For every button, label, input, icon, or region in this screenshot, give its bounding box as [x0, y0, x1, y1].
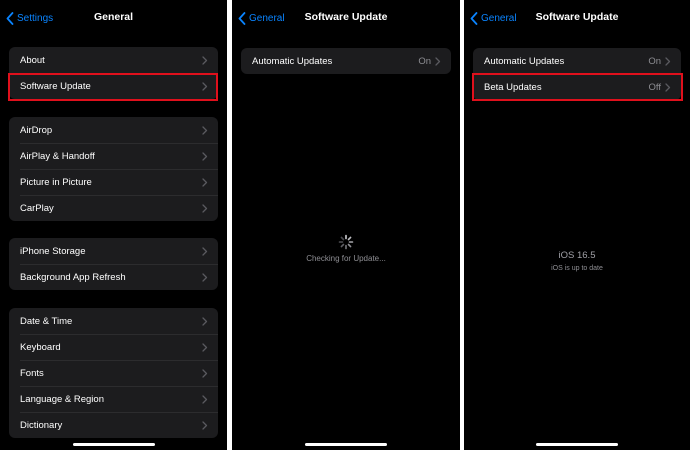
settings-item-label: About — [20, 54, 45, 66]
general-screen: Settings General About Software Update A… — [0, 0, 227, 450]
chevron-right-icon — [202, 394, 208, 404]
chevron-right-icon — [202, 246, 208, 256]
settings-item-label: Background App Refresh — [20, 271, 126, 283]
settings-item-dictionary[interactable]: Dictionary — [9, 412, 218, 438]
settings-item-carplay[interactable]: CarPlay — [9, 195, 218, 221]
settings-item-label: iPhone Storage — [20, 245, 86, 257]
chevron-right-icon — [202, 125, 208, 135]
settings-item-label: Picture in Picture — [20, 176, 92, 188]
settings-item-label: Keyboard — [20, 341, 61, 353]
ios-version-text: iOS 16.5 — [558, 250, 596, 261]
software-update-checking-screen: General Software Update Automatic Update… — [232, 0, 460, 450]
settings-item-label: Language & Region — [20, 393, 104, 405]
settings-item-label: Date & Time — [20, 315, 73, 327]
settings-group-2: AirDrop AirPlay & Handoff Picture in Pic… — [9, 117, 218, 221]
settings-group-1: About Software Update — [9, 47, 218, 99]
beta-updates-label: Beta Updates — [484, 81, 542, 93]
home-indicator — [305, 443, 387, 446]
automatic-updates-value: On — [648, 55, 661, 67]
home-indicator — [72, 443, 155, 446]
back-button[interactable]: General — [470, 11, 517, 25]
chevron-right-icon — [202, 316, 208, 326]
settings-item-about[interactable]: About — [9, 47, 218, 73]
settings-group-updates: Automatic Updates On Beta Updates Off — [473, 48, 681, 100]
chevron-left-icon — [238, 11, 246, 25]
automatic-updates-label: Automatic Updates — [252, 55, 333, 67]
back-button-label: Settings — [17, 12, 54, 24]
chevron-right-icon — [202, 420, 208, 430]
chevron-right-icon — [202, 342, 208, 352]
automatic-updates-value: On — [418, 55, 431, 67]
chevron-right-icon — [202, 55, 208, 65]
chevron-right-icon — [665, 82, 671, 92]
automatic-updates-row[interactable]: Automatic Updates On — [241, 48, 451, 74]
back-button[interactable]: Settings — [6, 11, 53, 25]
navigation-bar: General Software Update — [464, 0, 690, 36]
beta-updates-value: Off — [648, 81, 662, 93]
settings-item-airdrop[interactable]: AirDrop — [9, 117, 218, 143]
settings-group-3: iPhone Storage Background App Refresh — [9, 238, 218, 290]
settings-item-label: CarPlay — [20, 202, 54, 214]
settings-item-label: Software Update — [20, 80, 91, 92]
back-button[interactable]: General — [238, 11, 285, 25]
settings-item-label: AirPlay & Handoff — [20, 150, 95, 162]
automatic-updates-row[interactable]: Automatic Updates On — [473, 48, 681, 74]
chevron-right-icon — [202, 368, 208, 378]
back-button-label: General — [481, 12, 517, 24]
chevron-left-icon — [470, 11, 478, 25]
settings-group-4: Date & Time Keyboard Fonts Language & Re… — [9, 308, 218, 438]
chevron-right-icon — [202, 151, 208, 161]
settings-item-picture-in-picture[interactable]: Picture in Picture — [9, 169, 218, 195]
chevron-right-icon — [202, 203, 208, 213]
settings-item-label: Dictionary — [20, 419, 63, 431]
chevron-right-icon — [202, 177, 208, 187]
chevron-right-icon — [202, 272, 208, 282]
chevron-left-icon — [6, 11, 14, 25]
software-update-result-screen: General Software Update Automatic Update… — [464, 0, 690, 450]
home-indicator — [536, 443, 618, 446]
settings-item-language-region[interactable]: Language & Region — [9, 386, 218, 412]
ios-status-text: iOS is up to date — [551, 265, 603, 272]
chevron-right-icon — [435, 56, 441, 66]
settings-item-iphone-storage[interactable]: iPhone Storage — [9, 238, 218, 264]
automatic-updates-label: Automatic Updates — [484, 55, 565, 67]
spinner-icon — [338, 234, 354, 250]
navigation-bar: General Software Update — [232, 0, 460, 36]
settings-item-airplay-handoff[interactable]: AirPlay & Handoff — [9, 143, 218, 169]
settings-item-keyboard[interactable]: Keyboard — [9, 334, 218, 360]
chevron-right-icon — [202, 81, 208, 91]
settings-item-fonts[interactable]: Fonts — [9, 360, 218, 386]
settings-item-label: Fonts — [20, 367, 44, 379]
settings-group-automatic-updates: Automatic Updates On — [241, 48, 451, 74]
settings-item-date-time[interactable]: Date & Time — [9, 308, 218, 334]
settings-item-background-app-refresh[interactable]: Background App Refresh — [9, 264, 218, 290]
settings-item-software-update[interactable]: Software Update — [9, 73, 218, 99]
checking-status-text: Checking for Update... — [306, 254, 386, 263]
beta-updates-row[interactable]: Beta Updates Off — [473, 74, 681, 100]
navigation-bar: Settings General — [0, 0, 227, 36]
settings-item-label: AirDrop — [20, 124, 53, 136]
chevron-right-icon — [665, 56, 671, 66]
back-button-label: General — [249, 12, 285, 24]
